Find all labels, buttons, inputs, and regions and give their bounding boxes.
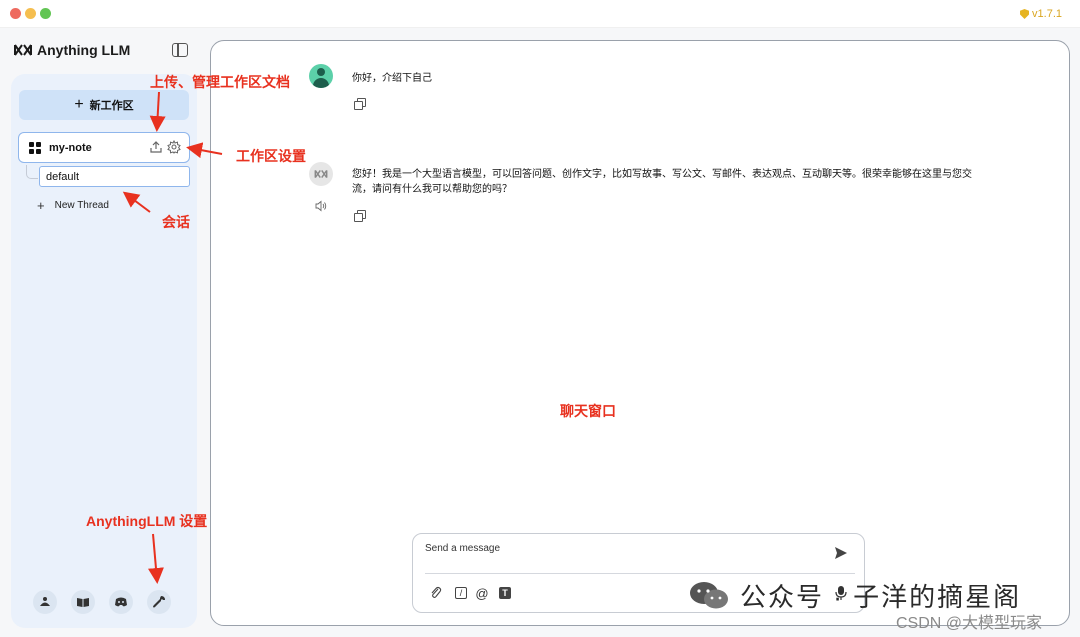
plus-icon: +: [37, 198, 45, 213]
upload-icon[interactable]: [149, 140, 163, 154]
wechat-logo-icon: [690, 582, 728, 609]
minimize-window-button[interactable]: [25, 8, 36, 19]
anythingllm-logo-icon: [14, 43, 32, 57]
attachment-icon[interactable]: [429, 586, 443, 600]
sidebar-footer: [33, 590, 171, 614]
brand-name: Anything LLM: [37, 42, 131, 58]
thread-connector: [26, 165, 38, 179]
annotation-chat-window: 聊天窗口: [560, 403, 616, 419]
version-label: v1.7.1: [1032, 8, 1062, 20]
workspace-item-my-note[interactable]: my-note: [18, 132, 190, 163]
maximize-window-button[interactable]: [40, 8, 51, 19]
new-workspace-button[interactable]: + 新工作区: [19, 90, 189, 120]
brand-logo: Anything LLM: [14, 42, 130, 58]
discord-icon[interactable]: [109, 590, 133, 614]
annotation-upload: 上传、管理工作区文档: [150, 74, 290, 90]
new-thread-label: New Thread: [54, 200, 109, 211]
at-mention-icon[interactable]: @: [475, 586, 489, 601]
close-window-button[interactable]: [10, 8, 21, 19]
assistant-message: 您好！我是一个大型语言模型，可以回答问题、创作文字，比如写故事、写公文、写邮件、…: [352, 169, 972, 195]
gear-icon[interactable]: [167, 140, 181, 154]
speaker-icon[interactable]: [315, 200, 327, 212]
user-avatar: [309, 64, 333, 88]
annotation-session: 会话: [162, 214, 190, 230]
version-badge: v1.7.1: [1020, 8, 1062, 20]
watermark-csdn: CSDN @大模型玩家: [896, 615, 1043, 632]
text-size-icon[interactable]: T: [499, 587, 511, 599]
window-titlebar: v1.7.1: [0, 0, 1080, 28]
new-workspace-label: 新工作区: [89, 100, 134, 112]
thread-item-default[interactable]: default: [39, 166, 190, 187]
workspace-name: my-note: [49, 141, 92, 154]
message-input[interactable]: [425, 543, 825, 554]
shield-icon: [1020, 9, 1030, 19]
community-hub-icon[interactable]: [33, 590, 57, 614]
copy-icon[interactable]: [354, 210, 366, 222]
annotation-app-settings: AnythingLLM 设置: [86, 513, 208, 529]
sidebar-toggle-icon[interactable]: [172, 43, 188, 57]
composer-divider: [425, 573, 855, 574]
assistant-avatar: [309, 162, 333, 186]
anythingllm-logo-icon: [314, 170, 328, 178]
user-message: 你好，介绍下自己: [352, 73, 432, 84]
slash-command-icon[interactable]: /: [455, 587, 467, 599]
docs-book-icon[interactable]: [71, 590, 95, 614]
new-thread-button[interactable]: + New Thread: [37, 198, 109, 213]
sidebar: + 新工作区 my-note default + New Thread: [11, 74, 197, 628]
wrench-settings-icon[interactable]: [147, 590, 171, 614]
annotation-workspace-settings: 工作区设置: [236, 148, 306, 164]
copy-icon[interactable]: [354, 98, 366, 110]
workspace-grid-icon: [29, 141, 41, 154]
plus-icon: +: [74, 96, 84, 113]
send-icon[interactable]: [834, 546, 848, 560]
